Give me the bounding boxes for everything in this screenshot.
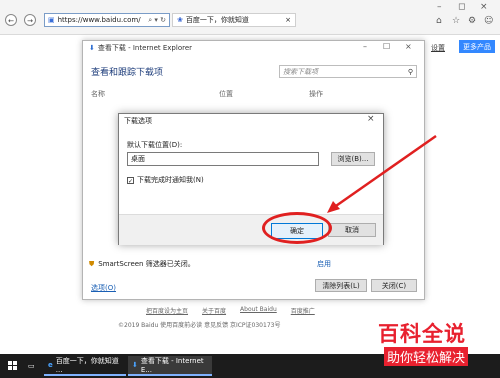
windows-start-icon[interactable]	[4, 356, 22, 376]
taskbar-item-baidu[interactable]: e 百度一下，你就知道 ...	[44, 356, 126, 376]
download-icon: ⬇	[132, 361, 138, 369]
taskbar-item-downloads[interactable]: ⬇ 查看下载 - Internet E...	[128, 356, 212, 376]
watermark-subtitle: 助你轻松解决	[384, 347, 469, 366]
taskbar-item-label: 查看下载 - Internet E...	[140, 357, 204, 374]
taskbar-item-label: 百度一下，你就知道 ...	[55, 357, 119, 374]
ie-icon: e	[48, 361, 53, 369]
watermark-title: 百科全说	[378, 322, 466, 346]
annotation-highlight	[262, 212, 332, 244]
task-view-icon[interactable]: ▭	[24, 356, 42, 376]
